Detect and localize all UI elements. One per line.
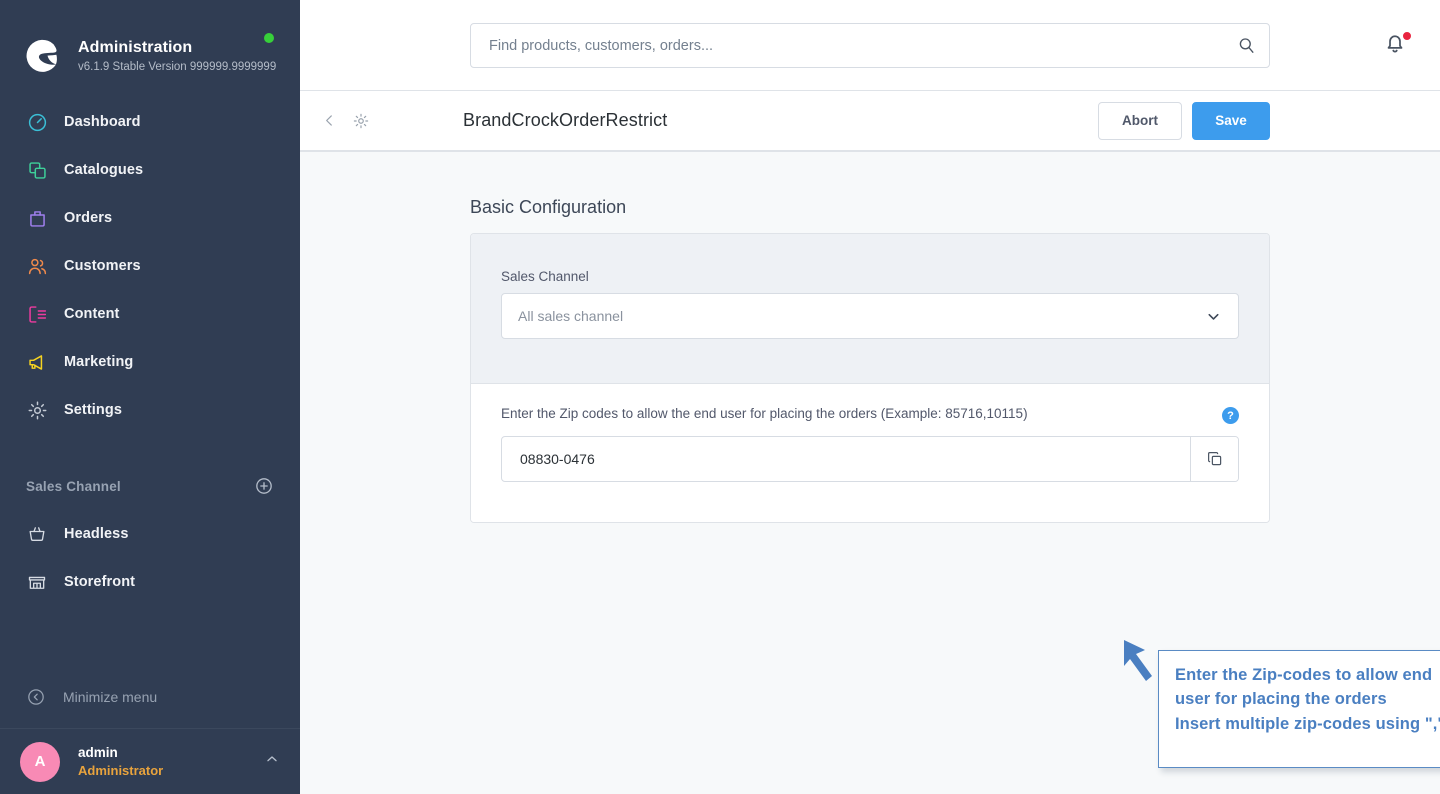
plus-circle-icon[interactable] [254,476,274,496]
sales-channel-section-header: Sales Channel [0,462,300,510]
page-header: BrandCrockOrderRestrict Abort Save [300,91,1440,152]
minimize-menu-button[interactable]: Minimize menu [0,674,300,720]
store-icon [26,571,48,593]
sales-channel-label: Sales Channel [501,269,589,284]
sidebar-item-content[interactable]: Content [0,290,300,338]
sidebar-item-label: Settings [64,402,122,418]
abort-button[interactable]: Abort [1098,101,1182,140]
status-dot [264,33,274,43]
brand-header[interactable]: Administration v6.1.9 Stable Version 999… [0,0,300,90]
basket-icon [26,523,48,545]
sidebar-item-label: Dashboard [64,114,141,130]
page-title: BrandCrockOrderRestrict [463,110,668,130]
arrow-up-left-icon [1112,630,1182,705]
sidebar-item-label: Marketing [64,354,134,370]
minimize-menu-label: Minimize menu [63,689,158,705]
marketing-icon [26,351,48,373]
settings-gear-icon [26,399,48,421]
save-button[interactable]: Save [1192,101,1270,140]
sidebar-item-label: Headless [64,526,129,542]
sidebar-item-label: Orders [64,210,113,226]
notification-badge-dot [1402,31,1412,41]
content-icon [26,303,48,325]
sales-channel-list: Headless Storefront [0,510,300,606]
sidebar: Administration v6.1.9 Stable Version 999… [0,0,300,794]
sales-channel-value: All sales channel [518,308,624,324]
user-profile-bar[interactable]: A admin Administrator [0,728,300,794]
sidebar-item-label: Content [64,306,120,322]
sidebar-item-label: Catalogues [64,162,144,178]
orders-icon [26,207,48,229]
user-role: Administrator [78,762,164,778]
sidebar-item-dashboard[interactable]: Dashboard [0,98,300,146]
zip-codes-label: Enter the Zip codes to allow the end use… [501,406,1028,421]
annotation-line: user for placing the orders [1175,690,1387,709]
sidebar-item-catalogues[interactable]: Catalogues [0,146,300,194]
sales-channel-section-title: Sales Channel [26,478,121,494]
zip-codes-input[interactable] [502,437,1190,481]
sales-channel-select[interactable]: All sales channel [501,293,1239,339]
sidebar-item-label: Storefront [64,574,136,590]
notifications-button[interactable] [1382,30,1412,60]
sidebar-item-marketing[interactable]: Marketing [0,338,300,386]
global-search[interactable] [470,23,1270,68]
sidebar-item-label: Customers [64,258,141,274]
catalogues-icon [26,159,48,181]
sidebar-item-headless[interactable]: Headless [0,510,300,558]
page-header-actions: Abort Save [1098,101,1270,140]
sidebar-item-orders[interactable]: Orders [0,194,300,242]
customers-icon [26,255,48,277]
copy-icon[interactable] [1190,437,1238,481]
zip-codes-section: Enter the Zip codes to allow the end use… [471,384,1269,522]
brand-version: v6.1.9 Stable Version 999999.9999999 [78,60,277,73]
dashboard-icon [26,111,48,133]
chevron-down-icon [1205,308,1222,325]
zip-codes-input-group [501,436,1239,482]
chevron-left-icon[interactable] [321,112,338,129]
sales-channel-section: Sales Channel All sales channel [471,234,1269,384]
configuration-card: Sales Channel All sales channel Enter th… [470,233,1270,523]
chevron-left-circle-icon [26,687,46,707]
search-icon[interactable] [1223,24,1269,67]
question-mark-icon[interactable]: ? [1222,407,1239,424]
avatar: A [20,741,60,782]
content-area: Basic Configuration Sales Channel All sa… [300,152,1440,794]
sidebar-item-customers[interactable]: Customers [0,242,300,290]
annotation-callout: Enter the Zip-codes to allow end user fo… [1158,650,1440,768]
basic-configuration-heading: Basic Configuration [470,197,627,217]
user-name: admin [78,744,118,760]
search-input[interactable] [471,24,1223,67]
brand-title: Administration [78,38,193,56]
gear-icon[interactable] [352,112,370,130]
main-navigation: Dashboard Catalogues Orders Customers Co… [0,98,300,434]
sidebar-item-settings[interactable]: Settings [0,386,300,434]
annotation-line: Enter the Zip-codes to allow end [1175,666,1433,684]
chevron-up-icon[interactable] [264,751,280,772]
shopware-logo-icon [22,36,62,76]
annotation-line: Insert multiple zip-codes using "," [1175,714,1440,733]
sidebar-item-storefront[interactable]: Storefront [0,558,300,606]
top-bar [300,0,1440,91]
